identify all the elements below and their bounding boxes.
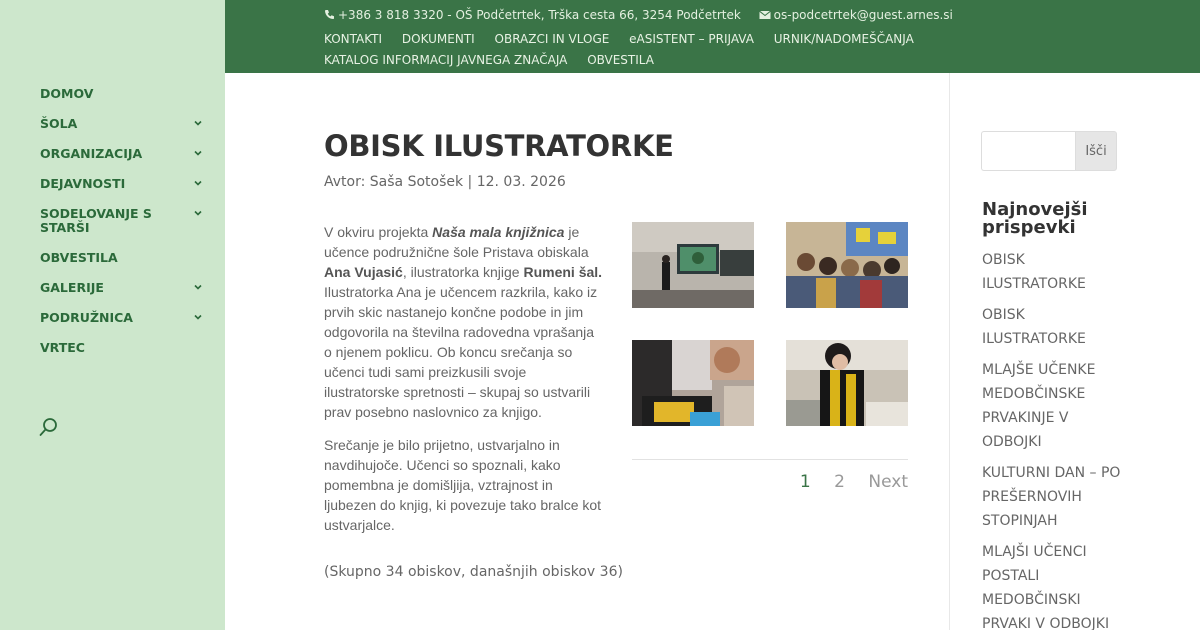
menu-easistent[interactable]: eASISTENT – PRIJAVA <box>629 29 754 50</box>
search-input[interactable] <box>981 131 1075 171</box>
gallery-photo[interactable] <box>786 222 908 308</box>
phone-text: +386 3 818 3320 - OŠ Podčetrtek, Trška c… <box>338 8 741 22</box>
top-header: +386 3 818 3320 - OŠ Podčetrtek, Trška c… <box>225 0 1200 73</box>
nav-item-label: DEJAVNOSTI <box>40 176 126 191</box>
chevron-down-icon[interactable] <box>192 207 204 219</box>
chevron-down-icon[interactable] <box>192 311 204 323</box>
nav-item-dejavnosti[interactable]: DEJAVNOSTI <box>40 177 210 191</box>
visit-counter: (Skupno 34 obiskov, današnjih obiskov 36… <box>324 564 623 580</box>
nav-item-domov[interactable]: DOMOV <box>40 87 210 101</box>
nav-item-label: ŠOLA <box>40 116 78 131</box>
gallery-divider <box>632 459 908 460</box>
email-info[interactable]: os-podcetrtek@guest.arnes.si <box>758 8 953 24</box>
nav-item-vrtec[interactable]: VRTEC <box>40 341 210 355</box>
menu-dokumenti[interactable]: DOKUMENTI <box>402 29 475 50</box>
menu-urnik[interactable]: URNIK/NADOMEŠČANJA <box>774 29 914 50</box>
nav-item-sodelovanje[interactable]: SODELOVANJE S STARŠI <box>40 207 210 235</box>
nav-item-obvestila[interactable]: OBVESTILA <box>40 251 210 265</box>
post-title: OBISK ILUSTRATORKE <box>324 129 674 163</box>
chevron-down-icon[interactable] <box>192 147 204 159</box>
recent-post-link[interactable]: MLAJŠE UČENKE MEDOBČINSKE PRVAKINJE V OD… <box>982 358 1132 454</box>
nav-item-label: VRTEC <box>40 340 85 355</box>
nav-item-organizacija[interactable]: ORGANIZACIJA <box>40 147 210 161</box>
page-2-link[interactable]: 2 <box>834 472 845 492</box>
nav-item-label: SODELOVANJE S STARŠI <box>40 206 152 235</box>
chevron-down-icon[interactable] <box>192 177 204 189</box>
nav-item-galerije[interactable]: GALERIJE <box>40 281 210 295</box>
page-1-link[interactable]: 1 <box>800 472 811 492</box>
search-icon[interactable] <box>38 416 60 438</box>
gallery-photo[interactable] <box>632 340 754 426</box>
nav-item-podruznica[interactable]: PODRUŽNICA <box>40 311 210 325</box>
sidebar: DOMOV ŠOLA ORGANIZACIJA DEJAVNOSTI SODEL… <box>0 0 225 630</box>
post-paragraph: Srečanje je bilo prijetno, ustvarjalno i… <box>324 437 602 533</box>
chevron-down-icon[interactable] <box>192 117 204 129</box>
nav-item-label: GALERIJE <box>40 280 104 295</box>
chevron-down-icon[interactable] <box>192 281 204 293</box>
recent-posts-title: Najnovejši prispevki <box>982 199 1088 238</box>
search-button[interactable]: Išči <box>1075 131 1117 171</box>
gallery-photo[interactable] <box>632 222 754 308</box>
menu-kontakti[interactable]: KONTAKTI <box>324 29 382 50</box>
post-paragraph: V okviru projekta Naša mala knjižnica je… <box>324 224 603 420</box>
post-meta: Avtor: Saša Sotošek | 12. 03. 2026 <box>324 174 566 190</box>
gallery-pagination: 1 2 Next <box>632 472 908 492</box>
next-page-link[interactable]: Next <box>868 472 908 492</box>
nav-item-label: PODRUŽNICA <box>40 310 133 325</box>
gallery-photo[interactable] <box>786 340 908 426</box>
phone-info: +386 3 818 3320 - OŠ Podčetrtek, Trška c… <box>324 8 741 24</box>
menu-obrazci[interactable]: OBRAZCI IN VLOGE <box>495 29 610 50</box>
envelope-icon <box>758 9 771 24</box>
menu-obvestila[interactable]: OBVESTILA <box>587 50 654 71</box>
contact-info: +386 3 818 3320 - OŠ Podčetrtek, Trška c… <box>324 8 967 24</box>
post-content: V okviru projekta Naša mala knjižnica je… <box>324 222 604 548</box>
menu-katalog[interactable]: KATALOG INFORMACIJ JAVNEGA ZNAČAJA <box>324 50 567 71</box>
nav-item-label: DOMOV <box>40 86 94 101</box>
main-nav: DOMOV ŠOLA ORGANIZACIJA DEJAVNOSTI SODEL… <box>40 87 210 371</box>
recent-post-link[interactable]: OBISK ILUSTRATORKE <box>982 303 1132 351</box>
recent-post-link[interactable]: KULTURNI DAN – PO PREŠERNOVIH STOPINJAH <box>982 461 1132 533</box>
recent-post-link[interactable]: OBISK ILUSTRATORKE <box>982 248 1132 296</box>
phone-icon <box>324 9 335 24</box>
top-menu: KONTAKTI DOKUMENTI OBRAZCI IN VLOGE eASI… <box>324 29 944 71</box>
nav-item-label: OBVESTILA <box>40 250 118 265</box>
nav-item-label: ORGANIZACIJA <box>40 146 143 161</box>
recent-post-link[interactable]: MLAJŠI UČENCI POSTALI MEDOBČINSKI PRVAKI… <box>982 540 1132 630</box>
column-divider <box>949 73 950 630</box>
email-link[interactable]: os-podcetrtek@guest.arnes.si <box>774 8 953 22</box>
recent-posts-list: OBISK ILUSTRATORKE OBISK ILUSTRATORKE ML… <box>982 248 1132 630</box>
nav-item-sola[interactable]: ŠOLA <box>40 117 210 131</box>
